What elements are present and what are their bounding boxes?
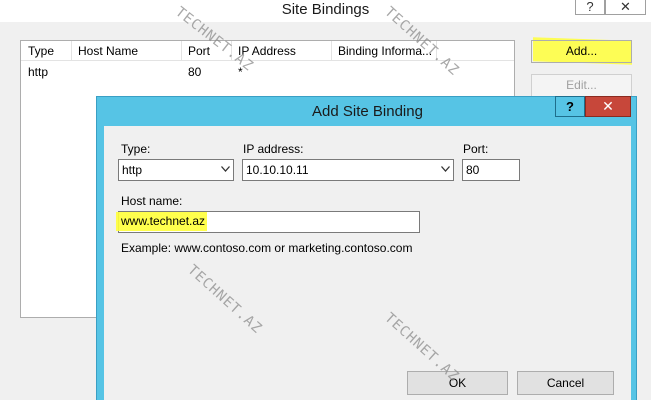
host-name-value: www.technet.az	[121, 214, 206, 228]
host-name-example: Example: www.contoso.com or marketing.co…	[121, 241, 413, 255]
column-header-port[interactable]: Port	[188, 44, 210, 58]
cancel-button[interactable]: Cancel	[517, 371, 614, 395]
ip-address-value: 10.10.10.11	[246, 163, 309, 177]
column-separator[interactable]	[71, 41, 72, 61]
chevron-down-icon[interactable]	[217, 160, 233, 180]
type-select[interactable]: http	[118, 159, 234, 181]
help-icon: ?	[566, 99, 574, 114]
type-select-value: http	[122, 163, 143, 177]
site-bindings-help-button[interactable]: ?	[575, 0, 605, 15]
type-label: Type:	[121, 142, 151, 156]
column-header-host-name[interactable]: Host Name	[78, 44, 138, 58]
ip-address-select[interactable]: 10.10.10.11	[242, 159, 454, 181]
column-header-type[interactable]: Type	[28, 44, 54, 58]
site-bindings-close-button[interactable]: ✕	[605, 0, 646, 15]
dialog-help-button[interactable]: ?	[555, 96, 585, 117]
site-bindings-titlebar: Site Bindings	[0, 0, 651, 22]
port-label: Port:	[463, 142, 489, 156]
host-name-label: Host name:	[121, 194, 183, 208]
row-type[interactable]: http	[28, 65, 48, 79]
add-button[interactable]: Add...	[531, 40, 632, 63]
chevron-down-icon[interactable]	[437, 160, 453, 180]
column-separator[interactable]	[181, 41, 182, 61]
edit-button[interactable]: Edit...	[531, 74, 632, 97]
site-bindings-title: Site Bindings	[281, 1, 370, 18]
dialog-close-button[interactable]: ✕	[585, 96, 631, 117]
column-separator[interactable]	[331, 41, 332, 61]
ip-address-label: IP address:	[243, 142, 304, 156]
port-value: 80	[466, 163, 480, 177]
port-input[interactable]: 80	[462, 159, 520, 181]
row-port[interactable]: 80	[188, 65, 201, 79]
close-icon: ✕	[602, 98, 614, 114]
